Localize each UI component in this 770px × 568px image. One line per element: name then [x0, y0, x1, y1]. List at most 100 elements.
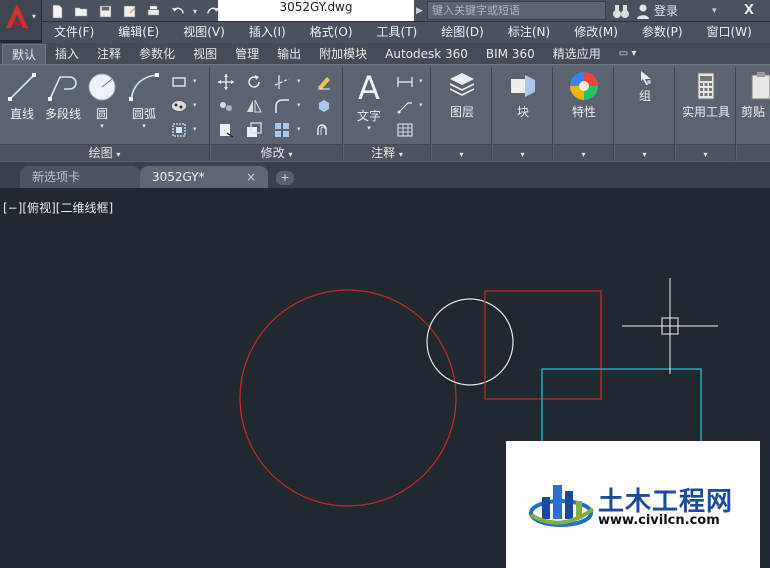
draw-panel: 直线 多段线 圆 ▾ 圆弧 ▾ ▾ ▾ ▾ 绘图 ▾ [0, 67, 210, 161]
save-icon[interactable] [94, 1, 116, 21]
tab-featured-apps[interactable]: 精选应用 [544, 44, 610, 64]
arc-tool-button[interactable]: 圆弧 ▾ [124, 69, 164, 130]
utilities-panel-footer[interactable]: ▾ [676, 144, 735, 161]
chevron-down-icon[interactable]: ▾ [297, 101, 301, 109]
draw-panel-footer[interactable]: 绘图 ▾ [0, 144, 209, 161]
scale-tool-icon[interactable] [245, 121, 265, 139]
clipboard-button[interactable]: 剪贴 [741, 69, 770, 120]
exchange-apps-icon[interactable]: X [744, 2, 770, 20]
block-label: 块 [516, 105, 529, 119]
application-menu-button[interactable]: ▾ [0, 0, 42, 40]
menu-view[interactable]: 视图(V) [171, 22, 237, 43]
login-link[interactable]: 登录 [654, 2, 678, 20]
menu-draw[interactable]: 绘图(D) [429, 22, 496, 43]
offset-tool-icon[interactable] [315, 121, 335, 139]
search-input[interactable]: 键入关键字或短语 [427, 1, 606, 20]
properties-label: 特性 [571, 105, 596, 119]
binoculars-icon[interactable] [612, 2, 630, 20]
trim-tool-icon[interactable] [273, 73, 293, 91]
menu-insert[interactable]: 插入(I) [237, 22, 298, 43]
menu-parametric[interactable]: 参数(P) [630, 22, 695, 43]
mirror-tool-icon[interactable] [245, 97, 265, 115]
viewport-controls-label[interactable]: [−][俯视][二维线框] [3, 199, 113, 216]
properties-panel-footer[interactable]: ▾ [554, 144, 613, 161]
layers-button[interactable]: 图层 [438, 69, 486, 120]
text-tool-button[interactable]: A 文字 ▾ [350, 69, 388, 132]
menu-file[interactable]: 文件(F) [42, 22, 106, 43]
tab-addins[interactable]: 附加模块 [310, 44, 376, 64]
groups-panel-footer[interactable]: ▾ [615, 144, 674, 161]
explode-tool-icon[interactable] [315, 97, 335, 115]
chevron-down-icon[interactable]: ▾ [712, 2, 717, 20]
ribbon-minimize-icon[interactable]: ▭ ▾ [610, 44, 646, 64]
user-icon[interactable] [636, 3, 650, 19]
group-label: 组 [638, 89, 651, 103]
close-icon[interactable]: × [246, 166, 256, 188]
chevron-right-icon[interactable]: ▶ [416, 2, 426, 20]
chevron-down-icon[interactable]: ▾ [193, 77, 197, 85]
fillet-tool-icon[interactable] [273, 97, 293, 115]
polyline-tool-button[interactable]: 多段线 [42, 69, 84, 122]
add-tab-icon[interactable]: + [276, 171, 294, 185]
rotate-tool-icon[interactable] [245, 73, 265, 91]
menu-window[interactable]: 窗口(W) [695, 22, 764, 43]
modify-panel-footer[interactable]: 修改 ▾ [211, 144, 342, 161]
layers-panel-footer[interactable]: ▾ [432, 144, 491, 161]
red-square[interactable] [484, 290, 602, 400]
undo-icon[interactable] [166, 1, 188, 21]
chevron-down-icon: ▾ [520, 150, 525, 159]
chevron-down-icon: ▾ [100, 122, 104, 130]
new-file-icon[interactable] [46, 1, 68, 21]
tab-insert[interactable]: 插入 [46, 44, 88, 64]
rectangle-tool-icon[interactable] [170, 73, 190, 91]
table-icon[interactable] [396, 121, 416, 139]
tab-new-tab[interactable]: 新选项卡 [20, 166, 140, 188]
text-tool-icon: A [358, 69, 380, 107]
properties-button[interactable]: 特性 [560, 69, 608, 120]
save-as-icon[interactable] [118, 1, 140, 21]
tab-output[interactable]: 输出 [268, 44, 310, 64]
chevron-down-icon[interactable]: ▾ [297, 125, 301, 133]
tab-default[interactable]: 默认 [2, 44, 47, 64]
utilities-button[interactable]: 实用工具 [678, 69, 734, 120]
line-tool-button[interactable]: 直线 [4, 69, 40, 122]
move-tool-icon[interactable] [217, 73, 237, 91]
group-button[interactable]: 组 [621, 69, 669, 104]
large-red-circle[interactable] [239, 289, 457, 507]
menu-modify[interactable]: 修改(M) [562, 22, 630, 43]
menu-edit[interactable]: 编辑(E) [106, 22, 171, 43]
chevron-down-icon[interactable]: ▾ [419, 77, 423, 85]
menu-tools[interactable]: 工具(T) [365, 22, 430, 43]
linear-dimension-icon[interactable] [396, 73, 416, 91]
clipboard-panel-footer[interactable] [737, 144, 770, 161]
tab-manage[interactable]: 管理 [226, 44, 268, 64]
tab-view[interactable]: 视图 [184, 44, 226, 64]
tab-autodesk-360[interactable]: Autodesk 360 [376, 44, 477, 64]
chevron-down-icon[interactable]: ▾ [193, 125, 197, 133]
line-tool-label: 直线 [9, 107, 34, 121]
chevron-down-icon[interactable]: ▾ [193, 101, 197, 109]
annotation-panel-footer[interactable]: 注释 ▾ [344, 144, 430, 161]
block-button[interactable]: 块 [499, 69, 547, 120]
tab-bim-360[interactable]: BIM 360 [477, 44, 544, 64]
circle-tool-button[interactable]: 圆 ▾ [86, 69, 118, 130]
tab-parametric[interactable]: 参数化 [130, 44, 184, 64]
undo-dropdown-icon[interactable]: ▾ [190, 1, 200, 21]
chevron-down-icon: ▾ [288, 150, 293, 159]
stretch-tool-icon[interactable] [217, 121, 237, 139]
boundary-tool-icon[interactable] [170, 121, 190, 139]
chevron-down-icon[interactable]: ▾ [297, 77, 301, 85]
open-folder-icon[interactable] [70, 1, 92, 21]
copy-tool-icon[interactable] [217, 97, 237, 115]
erase-tool-icon[interactable] [315, 73, 335, 91]
annotation-panel-label: 注释 [371, 146, 396, 160]
menu-format[interactable]: 格式(O) [298, 22, 365, 43]
menu-dimension[interactable]: 标注(N) [496, 22, 562, 43]
leader-icon[interactable] [396, 97, 416, 115]
block-panel-footer[interactable]: ▾ [493, 144, 552, 161]
print-icon[interactable] [142, 1, 164, 21]
array-tool-icon[interactable] [273, 121, 293, 139]
hatch-tool-icon[interactable] [170, 97, 190, 115]
tab-annotate[interactable]: 注释 [88, 44, 130, 64]
chevron-down-icon[interactable]: ▾ [419, 101, 423, 109]
